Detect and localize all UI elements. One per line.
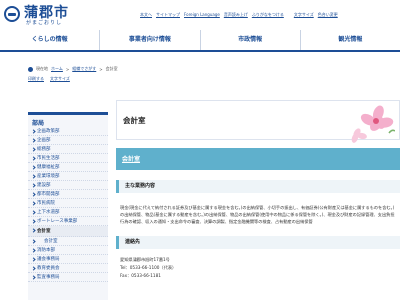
site-logo-kana: がまごおりし xyxy=(26,20,63,26)
text-size-link[interactable]: 文字サイズ xyxy=(50,76,70,82)
page-title: 会計室 xyxy=(123,116,146,125)
sidebar-item[interactable]: 総務部 xyxy=(28,145,108,154)
section-heading[interactable]: 会計室 xyxy=(122,154,140,163)
sidebar-item[interactable]: 企画部 xyxy=(28,136,108,145)
nav-business-info[interactable]: 事業者向け情報 xyxy=(100,30,201,50)
breadcrumb-current: 会計室 xyxy=(105,66,118,71)
skip-to-content-link[interactable]: 本文へ xyxy=(140,10,152,20)
sidebar-item[interactable]: 教育委員会 xyxy=(28,264,108,273)
sidebar-item[interactable]: 市民病院 xyxy=(28,199,108,208)
contact-address: 愛知県蒲郡市旭町17番1号 xyxy=(120,257,170,262)
utility-links: 本文へ サイトマップ Foreign Language 音声読み上げ ふりがなを… xyxy=(140,10,398,20)
main-content: 会計室 会計室 主な業務内容 現金(現金に代えて納付される証券及び基金に属する現… xyxy=(116,100,400,300)
sidebar-item[interactable]: 都市開発部 xyxy=(28,190,108,199)
flower-decoration-icon xyxy=(351,105,395,143)
print-link[interactable]: 印刷する xyxy=(28,76,44,82)
contact-heading: 連絡先 xyxy=(116,236,400,249)
sidebar-item[interactable]: ボートレース事業部 xyxy=(28,217,108,226)
breadcrumb-current-label: 現在地 xyxy=(36,66,48,71)
contact-fax: Fax：0533-66-1181 xyxy=(120,273,161,278)
sidebar-item[interactable]: 建設部 xyxy=(28,181,108,190)
section-heading-box: 会計室 xyxy=(116,148,400,170)
contact-info: 愛知県蒲郡市旭町17番1号 Tel：0533-66-1100（代表） Fax：0… xyxy=(120,256,176,280)
breadcrumb-separator: > xyxy=(65,66,70,72)
nav-living-info[interactable]: くらしの情報 xyxy=(0,30,101,50)
foreign-language-link[interactable]: Foreign Language xyxy=(184,10,220,20)
sidebar-item[interactable]: 健康福祉部 xyxy=(28,163,108,172)
sidebar-item[interactable]: 消防本部 xyxy=(28,246,108,255)
sidebar-subitem-accounting[interactable]: 会計室 xyxy=(28,237,108,246)
read-aloud-link[interactable]: 音声読み上げ xyxy=(224,10,248,20)
sidebar-item[interactable]: 市民生活部 xyxy=(28,154,108,163)
sidebar-item[interactable]: 企画政策部 xyxy=(28,127,108,136)
sidebar-item[interactable]: 議会事務局 xyxy=(28,255,108,264)
breadcrumb-org-link[interactable]: 組織でさがす xyxy=(72,66,96,72)
city-emblem-icon[interactable] xyxy=(4,6,20,22)
duties-heading: 主な業務内容 xyxy=(116,180,400,193)
breadcrumb-separator: > xyxy=(99,66,103,72)
sidebar-item[interactable]: 産業環境部 xyxy=(28,172,108,181)
sidebar-item-accounting-active[interactable]: 会計室 xyxy=(28,226,108,237)
sidebar-title: 部局 xyxy=(32,120,45,127)
site-header: 蒲郡市 がまごおりし 本文へ サイトマップ Foreign Language 音… xyxy=(0,0,400,30)
sidebar: 部局 企画政策部 企画部 総務部 市民生活部 健康福祉部 産業環境部 建設部 都… xyxy=(28,112,108,300)
global-nav: くらしの情報 事業者向け情報 市政情報 観光情報 xyxy=(0,30,400,52)
location-icon xyxy=(28,66,33,72)
color-change-link[interactable]: 色合い変更 xyxy=(318,10,338,20)
sidebar-item[interactable]: 監査事務局 xyxy=(28,273,108,282)
contact-tel: Tel：0533-66-1100（代表） xyxy=(120,265,177,270)
furigana-link[interactable]: ふりがなをつける xyxy=(252,10,284,20)
nav-city-admin-info[interactable]: 市政情報 xyxy=(201,30,301,50)
breadcrumb: 現在地 ホーム > 組織でさがす > 会計室 xyxy=(28,66,118,72)
page-title-box: 会計室 xyxy=(116,100,400,143)
sidebar-item[interactable]: 上下水道部 xyxy=(28,208,108,217)
nav-tourism-info[interactable]: 観光情報 xyxy=(301,30,400,50)
sitemap-link[interactable]: サイトマップ xyxy=(156,10,180,20)
duties-text: 現金(現金に代えて納付される証券及び基金に属する現金を含む。)の出納保管、小切手… xyxy=(120,205,395,224)
breadcrumb-home-link[interactable]: ホーム xyxy=(51,66,63,72)
font-size-link[interactable]: 文字サイズ xyxy=(294,10,314,20)
page-aids: 印刷する 文字サイズ xyxy=(28,76,70,82)
